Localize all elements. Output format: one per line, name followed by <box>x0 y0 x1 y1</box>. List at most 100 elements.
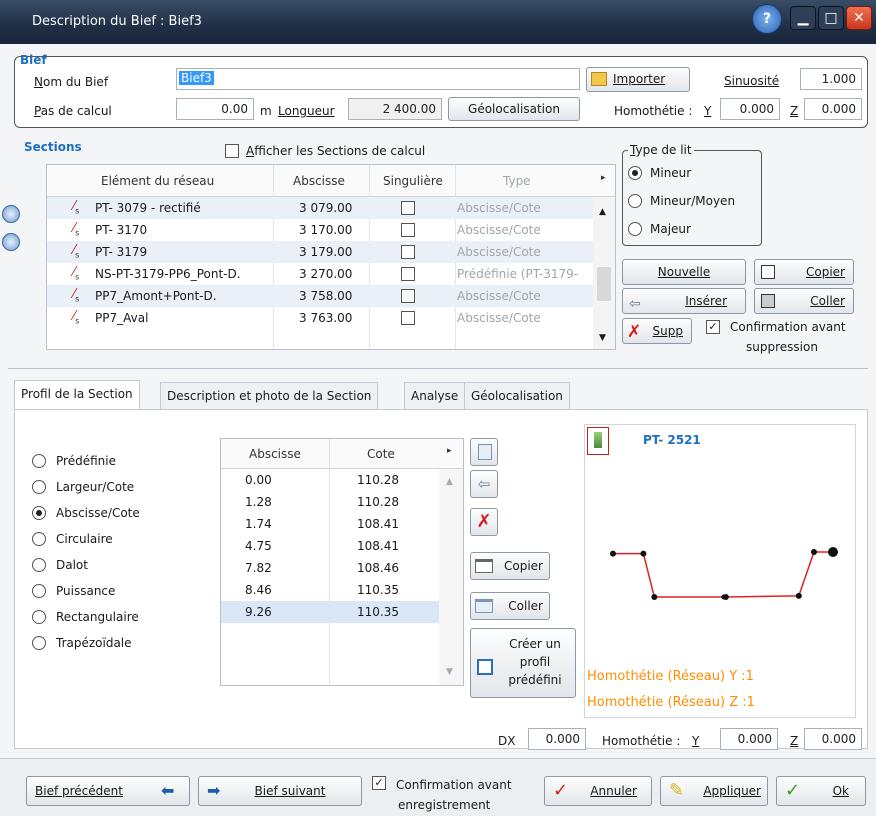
homothetie-z-input[interactable]: 0.000 <box>804 98 862 120</box>
section-link-icon: ⁄s <box>73 243 80 260</box>
section-row[interactable]: ⁄s PP7_Aval 3 763.00 Abscisse/Cote <box>47 307 593 329</box>
tab-description[interactable]: Description et photo de la Section <box>160 382 379 410</box>
section-row[interactable]: ⁄s PT- 3079 - rectifié 3 079.00 Abscisse/Co… <box>47 197 593 219</box>
singuliere-checkbox[interactable] <box>401 311 415 325</box>
section-abscisse: 3 079.00 <box>299 201 353 215</box>
section-row[interactable]: ⁄s PT- 3179 3 179.00 Abscisse/Cote <box>47 241 593 263</box>
profile-type-radio[interactable] <box>32 558 46 572</box>
profile-type-radio[interactable] <box>32 506 46 520</box>
profile-line <box>613 551 833 598</box>
creer-profil-button[interactable]: Créer un profil prédéfini <box>470 628 576 698</box>
bief-suivant-button[interactable]: ➡ Bief suivant <box>198 776 362 806</box>
maximize-button[interactable]: □ <box>818 6 844 30</box>
importer-button[interactable]: Importer <box>586 67 690 92</box>
nom-input[interactable]: Bief3 <box>176 68 580 90</box>
profile-row[interactable]: 9.26 110.35 <box>221 601 439 623</box>
chevron-right-icon: ▸ <box>601 173 606 183</box>
inserer-button[interactable]: ⇦ Insérer <box>622 288 746 314</box>
profile-row[interactable]: 0.00 110.28 <box>221 469 439 491</box>
type-lit-radio[interactable] <box>628 166 642 180</box>
profile-row[interactable]: 8.46 110.35 <box>221 579 439 601</box>
minimize-button[interactable]: ▁ <box>790 6 816 30</box>
profile-type-option: Abscisse/Cote <box>56 506 140 520</box>
geolocalisation-button[interactable]: Géolocalisation <box>448 97 580 121</box>
homothetie-z-input-2[interactable]: 0.000 <box>804 728 862 750</box>
sinuosite-input[interactable]: 1.000 <box>800 68 862 90</box>
homothetie-y-input-2[interactable]: 0.000 <box>720 728 778 750</box>
section-link-icon: ⁄s <box>73 287 80 304</box>
new-row-button[interactable] <box>470 438 498 466</box>
profile-type-option: Prédéfinie <box>56 454 116 468</box>
profile-type-radio[interactable] <box>32 636 46 650</box>
help-icon[interactable]: ? <box>752 4 782 34</box>
type-lit-option: Mineur/Moyen <box>650 194 736 208</box>
type-lit-radio[interactable] <box>628 222 642 236</box>
tab-analyse[interactable]: Analyse <box>404 382 466 410</box>
singuliere-checkbox[interactable] <box>401 289 415 303</box>
section-name: PP7_Aval <box>95 311 149 325</box>
homothetie-label-2: Homothétie : <box>602 734 681 748</box>
copier-section-button[interactable]: Copier <box>754 259 854 285</box>
coller-section-button[interactable]: Coller <box>754 288 854 314</box>
singuliere-checkbox[interactable] <box>401 223 415 237</box>
delete-row-button[interactable]: ✗ <box>470 508 498 536</box>
profile-preview: PT- 2521 Homothétie (Réseau) Y :1 Homoth… <box>584 424 856 718</box>
appliquer-button[interactable]: ✎ Appliquer <box>660 776 768 806</box>
profile-cote: 108.41 <box>357 517 399 531</box>
profile-row[interactable]: 4.75 108.41 <box>221 535 439 557</box>
profile-type-radio[interactable] <box>32 454 46 468</box>
paste-icon <box>761 294 775 308</box>
section-link-icon: ⁄s <box>73 199 80 216</box>
col-element: Elément du réseau <box>101 174 215 188</box>
singuliere-checkbox[interactable] <box>401 245 415 259</box>
afficher-label: Afficher les Sections de calcul <box>246 144 426 158</box>
profile-type-radio[interactable] <box>32 610 46 624</box>
section-type: Abscisse/Cote <box>457 311 541 325</box>
profile-type-radio[interactable] <box>32 480 46 494</box>
bief-precedent-button[interactable]: Bief précédent ⬅ <box>26 776 190 806</box>
nouvelle-button[interactable]: Nouvelle <box>622 259 746 285</box>
section-type: Abscisse/Cote <box>457 223 541 237</box>
pas-input[interactable]: 0.00 <box>176 98 254 120</box>
tab-profil[interactable]: Profil de la Section <box>14 380 140 410</box>
bief-group-label: Bief <box>20 53 47 67</box>
profile-row[interactable]: 1.28 110.28 <box>221 491 439 513</box>
homothetie-y-input[interactable]: 0.000 <box>720 98 780 120</box>
dx-input[interactable]: 0.000 <box>528 728 586 750</box>
copy-icon <box>761 265 775 279</box>
section-row[interactable]: ⁄s PT- 3170 3 170.00 Abscisse/Cote <box>47 219 593 241</box>
title-bar[interactable]: Description du Bief : Bief3 ? ▁ □ ✕ <box>0 0 876 44</box>
confirm-suppression-line1: Confirmation avant <box>730 320 846 334</box>
annuler-button[interactable]: ✓ Annuler <box>544 776 652 806</box>
sections-scrollbar[interactable]: ▲ ▼ <box>593 197 615 349</box>
arrow-left-icon: ⬅ <box>161 781 175 800</box>
afficher-checkbox[interactable] <box>225 144 239 158</box>
section-row[interactable]: ⁄s NS-PT-3179-PP6_Pont-D. 3 270.00 Prédéfin… <box>47 263 593 285</box>
arrow-down-icon[interactable] <box>2 233 20 251</box>
profile-abscisse: 1.74 <box>245 517 272 531</box>
insert-row-button[interactable]: ⇦ <box>470 470 498 498</box>
section-link-icon: ⁄s <box>73 221 80 238</box>
profile-type-radio[interactable] <box>32 584 46 598</box>
confirm-suppression-checkbox[interactable]: ✓ <box>706 320 720 334</box>
profile-type-radio[interactable] <box>32 532 46 546</box>
type-lit-radio[interactable] <box>628 194 642 208</box>
confirm-enregistrement-checkbox[interactable]: ✓ <box>372 776 386 790</box>
singuliere-checkbox[interactable] <box>401 201 415 215</box>
sections-label: Sections <box>24 140 82 154</box>
profile-table: Abscisse Cote ▸ 0.00 110.28 1.28 110.28 1.74… <box>220 438 464 686</box>
profile-row[interactable]: 1.74 108.41 <box>221 513 439 535</box>
pas-label: Pas de calcul <box>34 104 112 118</box>
close-button[interactable]: ✕ <box>846 6 872 30</box>
profile-row[interactable]: 7.82 108.46 <box>221 557 439 579</box>
section-row[interactable]: ⁄s PP7_Amont+Pont-D. 3 758.00 Abscisse/Cote <box>47 285 593 307</box>
profile-scrollbar[interactable]: ▲ ▼ <box>439 469 463 685</box>
coller-profile-button[interactable]: Coller <box>470 592 550 620</box>
ok-button[interactable]: ✓ Ok <box>776 776 866 806</box>
arrow-up-icon[interactable] <box>2 205 20 223</box>
section-name: PT- 3079 - rectifié <box>95 201 201 215</box>
copier-profile-button[interactable]: Copier <box>470 552 550 580</box>
tab-geolocalisation[interactable]: Géolocalisation <box>464 382 570 410</box>
supp-button[interactable]: ✗ Supp <box>622 318 692 344</box>
singuliere-checkbox[interactable] <box>401 267 415 281</box>
